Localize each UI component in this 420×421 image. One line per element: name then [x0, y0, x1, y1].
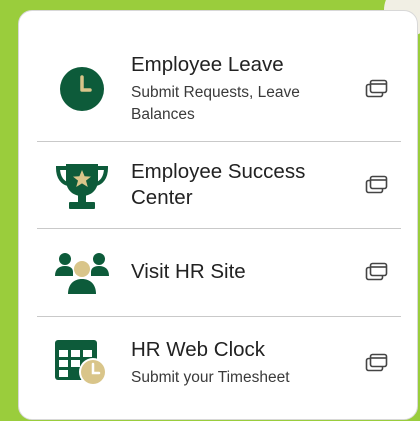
link-title: Employee Success Center [131, 160, 306, 209]
visit-hr-site-link[interactable]: Visit HR Site [37, 229, 399, 315]
hr-links-card: Employee Leave Submit Requests, Leave Ba… [18, 10, 418, 420]
people-group-icon [52, 242, 112, 302]
link-title: HR Web Clock [131, 338, 266, 361]
link-subtitle: Submit Requests, Leave Balances [131, 84, 300, 123]
timesheet-clock-icon [52, 333, 112, 393]
employee-success-center-link[interactable]: Employee Success Center [37, 142, 399, 228]
clock-icon [52, 59, 112, 119]
open-external-icon[interactable] [365, 79, 389, 99]
open-external-icon[interactable] [365, 353, 389, 373]
hr-web-clock-link[interactable]: HR Web Clock Submit your Timesheet [37, 317, 399, 409]
link-title: Employee Leave [131, 53, 284, 76]
employee-leave-link[interactable]: Employee Leave Submit Requests, Leave Ba… [37, 39, 399, 139]
link-title: Visit HR Site [131, 260, 246, 283]
link-subtitle: Submit your Timesheet [131, 369, 290, 386]
trophy-icon [52, 155, 112, 215]
open-external-icon[interactable] [365, 262, 389, 282]
open-external-icon[interactable] [365, 175, 389, 195]
